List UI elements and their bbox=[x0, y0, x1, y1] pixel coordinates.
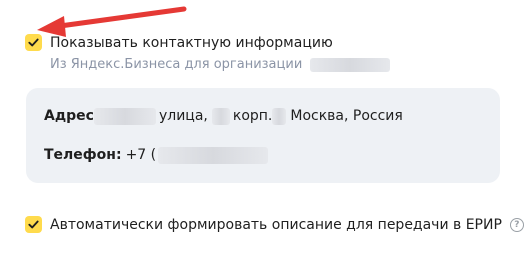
auto-description-checkbox[interactable] bbox=[25, 216, 42, 233]
show-contact-label: Показывать контактную информацию bbox=[50, 35, 333, 51]
show-contact-checkbox[interactable] bbox=[25, 34, 42, 51]
contact-source-text: Из Яндекс.Бизнеса для организации bbox=[50, 57, 391, 73]
address-redacted-building bbox=[272, 107, 287, 125]
phone-label: Телефон: bbox=[44, 147, 122, 163]
auto-description-label: Автоматически формировать описание для п… bbox=[50, 216, 524, 234]
auto-description-text: Автоматически формировать описание для п… bbox=[50, 217, 502, 233]
address-city: Москва, Россия bbox=[290, 108, 403, 124]
address-building-word: корп. bbox=[232, 108, 273, 124]
address-redacted-house bbox=[211, 107, 230, 125]
phone-prefix: +7 ( bbox=[125, 147, 157, 163]
checkmark-icon bbox=[28, 38, 39, 47]
phone-redacted bbox=[158, 146, 269, 164]
phone-row: Телефон: +7 ( bbox=[44, 146, 269, 164]
address-row: Адрес улица, корп. Москва, Россия bbox=[44, 107, 403, 125]
checkmark-icon bbox=[28, 220, 39, 229]
organization-name-redacted bbox=[310, 57, 391, 72]
address-street-word: улица, bbox=[158, 108, 208, 124]
question-circle-icon[interactable]: ? bbox=[509, 218, 524, 232]
contact-source-label: Из Яндекс.Бизнеса для организации bbox=[50, 57, 303, 72]
address-redacted-street bbox=[93, 107, 156, 125]
contact-info-card: Адрес улица, корп. Москва, Россия Телефо… bbox=[26, 88, 500, 183]
address-label: Адрес bbox=[44, 108, 94, 124]
